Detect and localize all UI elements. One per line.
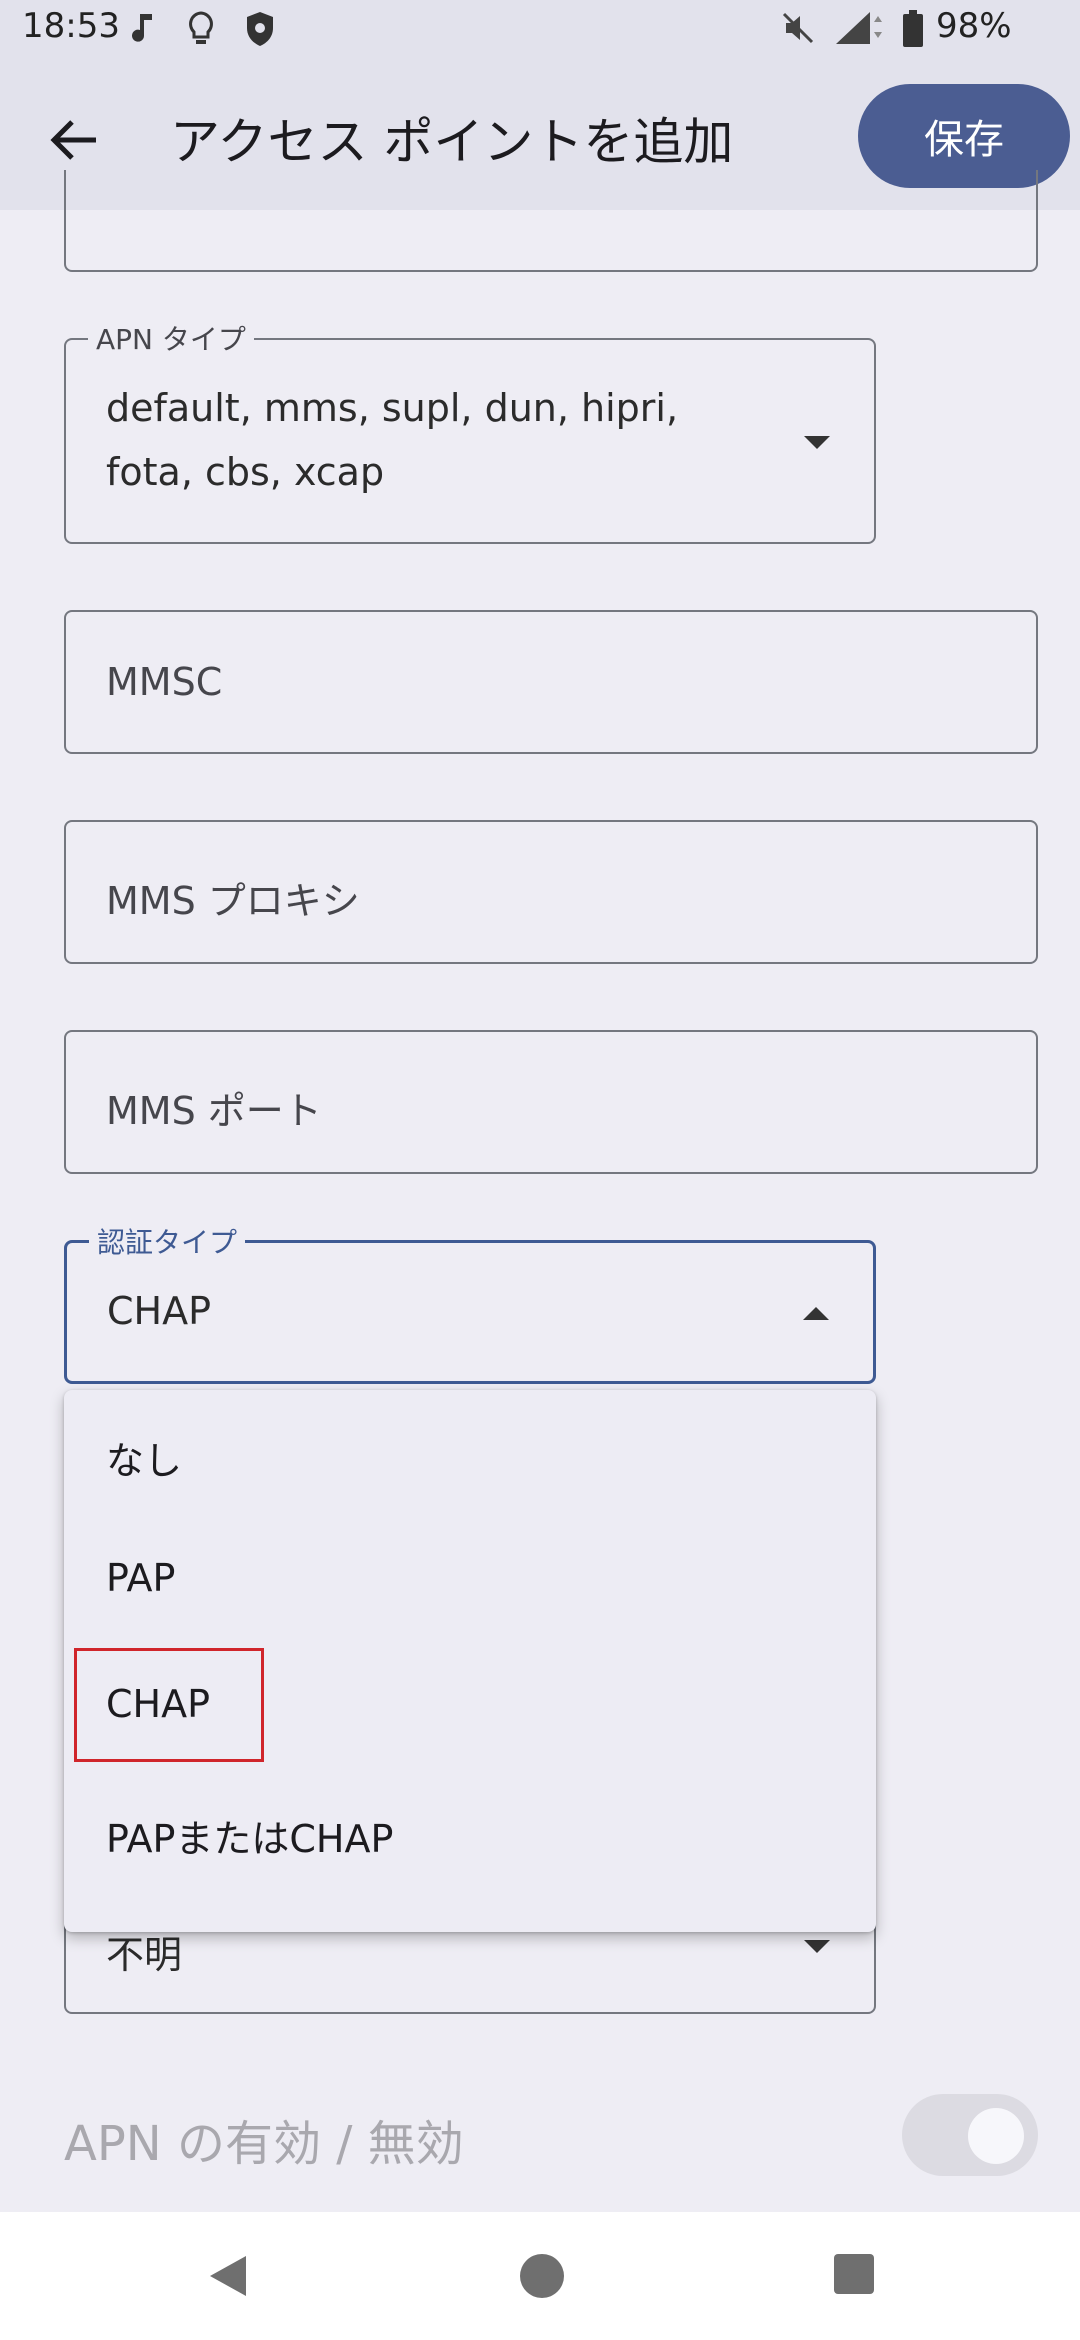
battery-percentage: 98% [936,6,1012,46]
music-note-icon [130,10,156,50]
menu-item-label: なし [106,1439,183,1483]
menu-item-pap-or-chap[interactable]: PAPまたはCHAP [64,1768,876,1894]
mms-port-placeholder: MMS ポート [106,1089,322,1133]
auth-type-dropdown[interactable]: 認証タイプ CHAP [64,1221,876,1384]
menu-item-label: PAPまたはCHAP [106,1817,394,1861]
switch-knob [968,2108,1024,2164]
menu-item-label: PAP [106,1556,176,1600]
battery-icon [902,10,924,52]
mms-proxy-input[interactable]: MMS プロキシ [64,820,1038,964]
status-bar: 18:53 98% [0,0,1080,58]
apn-enable-switch[interactable] [902,2094,1038,2176]
status-time: 18:53 [22,6,120,46]
apn-toggle-label: APN の有効 / 無効 [64,2116,464,2172]
mms-port-input[interactable]: MMS ポート [64,1030,1038,1174]
navigation-bar [0,2212,1080,2340]
lightbulb-icon [186,10,216,52]
apn-type-value-line1: default, mms, supl, dun, hipri, [106,386,679,430]
apn-type-label: APN タイプ [88,318,254,358]
apn-type-value-line2: fota, cbs, xcap [106,450,385,494]
page-title: アクセス ポイントを追加 [170,113,734,171]
bearer-value: 不明 [106,1933,183,1977]
chevron-up-icon [803,1307,829,1320]
menu-item-pap[interactable]: PAP [64,1516,876,1642]
shield-icon [244,10,276,52]
mms-proxy-placeholder: MMS プロキシ [106,879,360,923]
nav-recents-icon[interactable] [832,2252,876,2300]
back-button[interactable] [36,110,112,170]
menu-item-none[interactable]: なし [64,1390,876,1516]
chevron-down-icon [804,436,830,449]
partial-top-field[interactable] [64,170,1038,272]
chevron-down-icon [804,1940,830,1953]
menu-item-chap[interactable]: CHAP [64,1642,876,1768]
nav-home-icon[interactable] [518,2252,566,2304]
signal-icon [834,10,886,50]
mute-icon [780,10,816,50]
auth-type-value: CHAP [107,1289,212,1333]
arrow-left-icon [50,120,96,160]
mmsc-input[interactable]: MMSC [64,610,1038,754]
apn-type-dropdown[interactable]: APN タイプ default, mms, supl, dun, hipri, … [64,318,876,544]
auth-type-label: 認証タイプ [89,1221,246,1261]
auth-type-menu: なし PAP CHAP PAPまたはCHAP [64,1390,876,1932]
nav-back-icon[interactable] [206,2252,250,2304]
menu-item-label: CHAP [106,1682,211,1726]
mmsc-placeholder: MMSC [106,660,223,704]
